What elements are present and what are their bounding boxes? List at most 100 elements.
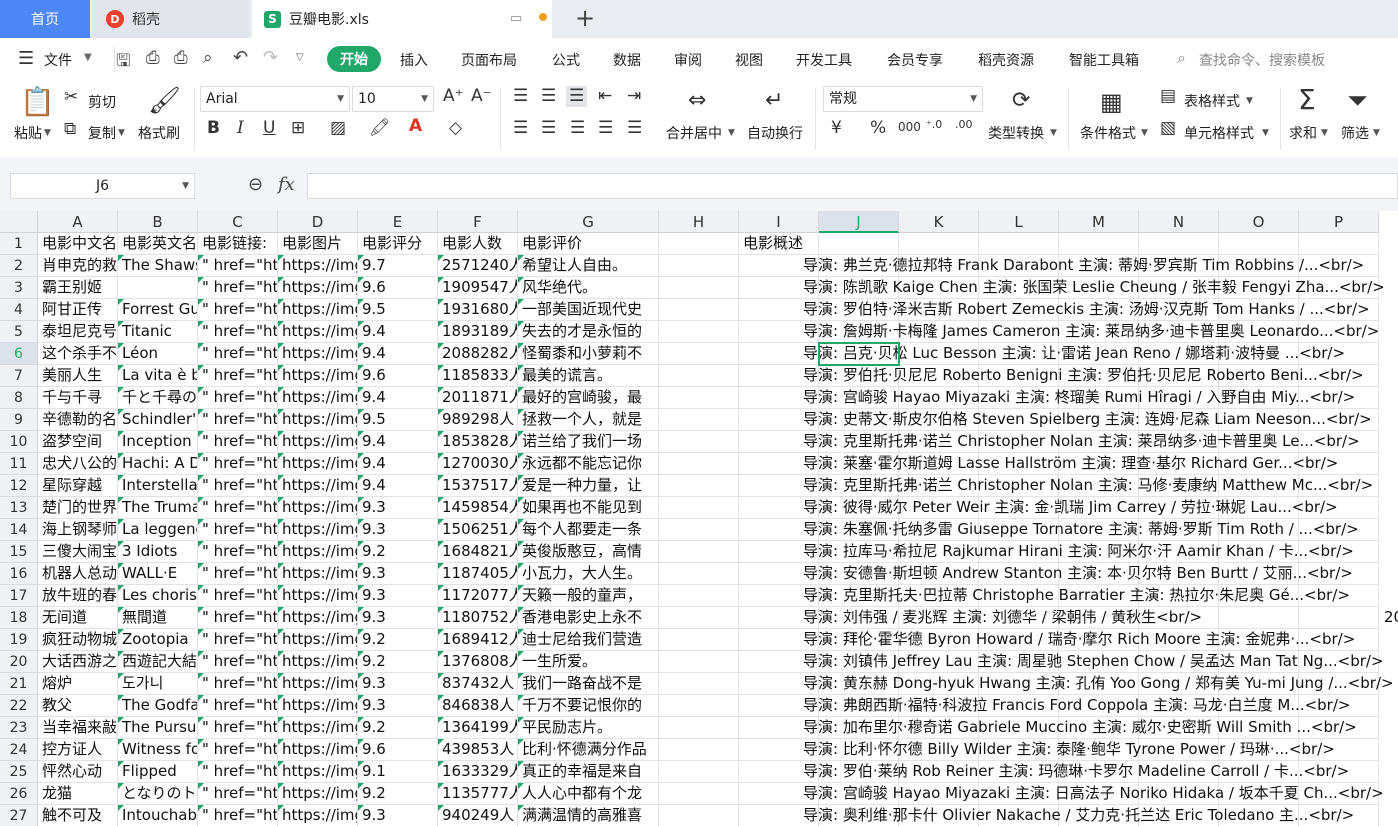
cell-a7[interactable]: 美丽人生 <box>38 365 118 387</box>
cell-h13[interactable] <box>659 497 739 519</box>
row-header[interactable]: 10 <box>0 431 38 453</box>
cell-c20[interactable]: " href="http <box>198 651 278 673</box>
row-header[interactable]: 7 <box>0 365 38 387</box>
cell-k1[interactable] <box>899 233 979 255</box>
cell-b14[interactable]: La leggenda <box>118 519 198 541</box>
cell-c12[interactable]: " href="http <box>198 475 278 497</box>
cell-d21[interactable]: https://img <box>278 673 358 695</box>
cell-d12[interactable]: https://img <box>278 475 358 497</box>
decrease-decimal-icon[interactable]: .00 <box>955 118 973 131</box>
bold-icon[interactable]: B <box>207 120 220 137</box>
cell-b4[interactable]: Forrest Gump <box>118 299 198 321</box>
cell-g7[interactable]: 最美的谎言。 <box>518 365 659 387</box>
cell-g19[interactable]: 迪士尼给我们营造 <box>518 629 659 651</box>
align-left-icon[interactable]: ☰ <box>513 120 528 137</box>
cell-a25[interactable]: 怦然心动 <box>38 761 118 783</box>
cell-g12[interactable]: 爱是一种力量，让 <box>518 475 659 497</box>
cell-a27[interactable]: 触不可及 <box>38 805 118 826</box>
cell-c27[interactable]: " href="http <box>198 805 278 826</box>
row-header[interactable]: 13 <box>0 497 38 519</box>
cell-c3[interactable]: " href="http <box>198 277 278 299</box>
cell-h19[interactable] <box>659 629 739 651</box>
row-header[interactable]: 23 <box>0 717 38 739</box>
cell-a2[interactable]: 肖申克的救赎 <box>38 255 118 277</box>
cell-a3[interactable]: 霸王别姬 <box>38 277 118 299</box>
cell-a18[interactable]: 无间道 <box>38 607 118 629</box>
cell-d10[interactable]: https://img <box>278 431 358 453</box>
cell-b15[interactable]: 3 Idiots <box>118 541 198 563</box>
cell-b24[interactable]: Witness for <box>118 739 198 761</box>
cell-h23[interactable] <box>659 717 739 739</box>
cell-f26[interactable]: 1135777人 <box>438 783 518 805</box>
cell-j1[interactable] <box>819 233 899 255</box>
cell-g20[interactable]: 一生所爱。 <box>518 651 659 673</box>
new-tab-plus-icon[interactable]: + <box>575 4 595 32</box>
column-header-e[interactable]: E <box>358 211 438 233</box>
cell-e23[interactable]: 9.2 <box>358 717 438 739</box>
cell-b9[interactable]: Schindler's List <box>118 409 198 431</box>
cell-g25[interactable]: 真正的幸福是来自 <box>518 761 659 783</box>
cell-d13[interactable]: https://img <box>278 497 358 519</box>
table-style-button[interactable]: 表格样式 <box>1184 91 1240 111</box>
align-center-icon[interactable]: ☰ <box>541 120 556 137</box>
cell-e5[interactable]: 9.4 <box>358 321 438 343</box>
cell-a6[interactable]: 这个杀手不太冷 <box>38 343 118 365</box>
cell-e17[interactable]: 9.3 <box>358 585 438 607</box>
chevron-down-icon[interactable]: ▼ <box>1141 128 1148 138</box>
cell-g10[interactable]: 诺兰给了我们一场 <box>518 431 659 453</box>
cell-f22[interactable]: 846838人 <box>438 695 518 717</box>
conditional-format-icon[interactable]: ▦ <box>1100 90 1123 114</box>
row-header[interactable]: 15 <box>0 541 38 563</box>
cell-f25[interactable]: 1633329人 <box>438 761 518 783</box>
cell-a10[interactable]: 盗梦空间 <box>38 431 118 453</box>
row-header[interactable]: 2 <box>0 255 38 277</box>
indent-decrease-icon[interactable]: ⇤ <box>598 88 612 105</box>
type-convert-icon[interactable]: ⟳ <box>1012 90 1030 112</box>
cell-a8[interactable]: 千与千寻 <box>38 387 118 409</box>
cell-d1[interactable]: 电影图片 <box>278 233 358 255</box>
print-icon[interactable]: ⎙ <box>174 48 188 68</box>
cell-e3[interactable]: 9.6 <box>358 277 438 299</box>
menu-formula[interactable]: 公式 <box>552 50 580 70</box>
chevron-down-icon[interactable]: ▼ <box>1050 128 1057 138</box>
hamburger-icon[interactable]: ☰ <box>18 48 34 69</box>
search-input[interactable]: 查找命令、搜索模板 <box>1199 50 1325 70</box>
cell-style-button[interactable]: 单元格样式 <box>1184 123 1254 143</box>
cell-c13[interactable]: " href="http <box>198 497 278 519</box>
wrap-text-button[interactable]: 自动换行 <box>747 123 803 143</box>
cell-b27[interactable]: Intouchables <box>118 805 198 826</box>
cell-f10[interactable]: 1853828人 <box>438 431 518 453</box>
redo-icon[interactable]: ↷ <box>263 47 278 68</box>
cell-h17[interactable] <box>659 585 739 607</box>
cell-n1[interactable] <box>1139 233 1219 255</box>
menu-file[interactable]: 文件 <box>44 50 72 70</box>
cell-h3[interactable] <box>659 277 739 299</box>
number-format-select[interactable]: 常规 ▼ <box>823 86 983 112</box>
cell-f8[interactable]: 2011871人 <box>438 387 518 409</box>
row-header[interactable]: 24 <box>0 739 38 761</box>
cell-b20[interactable]: 西遊記大結局 <box>118 651 198 673</box>
cell-d27[interactable]: https://img <box>278 805 358 826</box>
cell-a26[interactable]: 龙猫 <box>38 783 118 805</box>
cell-e7[interactable]: 9.6 <box>358 365 438 387</box>
cell-e10[interactable]: 9.4 <box>358 431 438 453</box>
menu-member[interactable]: 会员专享 <box>887 50 943 70</box>
cell-f15[interactable]: 1684821人 <box>438 541 518 563</box>
row-header[interactable]: 25 <box>0 761 38 783</box>
cell-a23[interactable]: 当幸福来敲门 <box>38 717 118 739</box>
search-icon[interactable]: ⌕ <box>1177 48 1186 68</box>
cell-c26[interactable]: " href="http <box>198 783 278 805</box>
border-icon[interactable]: ⊞ <box>291 120 305 137</box>
clear-format-icon[interactable]: ◇ <box>449 120 462 137</box>
cell-e26[interactable]: 9.2 <box>358 783 438 805</box>
cell-g26[interactable]: 人人心中都有个龙 <box>518 783 659 805</box>
cell-f11[interactable]: 1270030人 <box>438 453 518 475</box>
tab-daoke[interactable]: D 稻壳 <box>92 0 250 38</box>
cell-a1[interactable]: 电影中文名 <box>38 233 118 255</box>
cell-b13[interactable]: The Truman Show <box>118 497 198 519</box>
cell-e18[interactable]: 9.3 <box>358 607 438 629</box>
cell-b10[interactable]: Inception <box>118 431 198 453</box>
cell-d14[interactable]: https://img <box>278 519 358 541</box>
cell-e25[interactable]: 9.1 <box>358 761 438 783</box>
wrap-text-icon[interactable]: ↵ <box>765 90 783 112</box>
